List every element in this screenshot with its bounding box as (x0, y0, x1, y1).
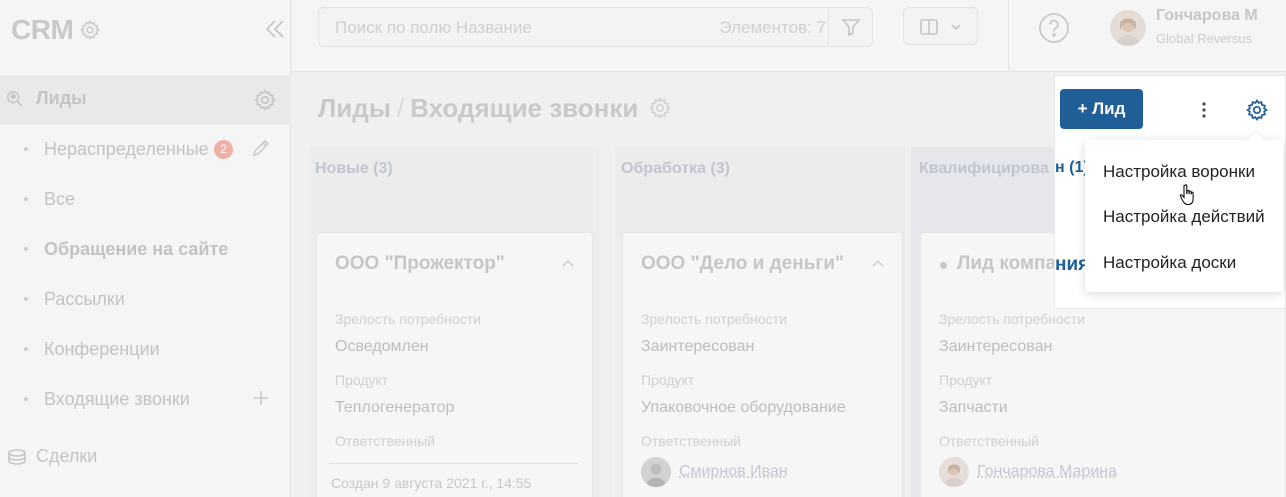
lead-card[interactable]: ООО "Дело и деньги" Зрелость потребности… (622, 232, 903, 497)
kanban-column-processing: Обработка (3) ООО "Дело и деньги" Зрелос… (615, 147, 905, 497)
settings-gear-icon[interactable] (1245, 98, 1269, 122)
kanban-column-new: Новые (3) ООО "Прожектор" Зрелость потре… (309, 147, 599, 497)
hand-pointer-cursor-icon (1179, 183, 1199, 209)
owner-name[interactable]: Смирнов Иван (679, 463, 788, 481)
topbar: Поиск по полю Название Элементов: 7 Гонч… (292, 0, 1286, 72)
user-company: Global Reversus (1156, 31, 1252, 46)
sidebar-item-label: Сделки (36, 446, 97, 467)
field-label: Ответственный (335, 433, 435, 449)
bullet (24, 197, 28, 201)
field-value: Теплогенератор (335, 399, 454, 417)
search-placeholder: Поиск по полю Название (335, 18, 532, 38)
user-name[interactable]: Гончарова М (1156, 7, 1258, 25)
add-lead-button[interactable]: + Лид (1060, 89, 1143, 129)
avatar (641, 457, 671, 487)
status-dot (940, 262, 947, 269)
count-badge: 2 (214, 140, 233, 159)
field-value: Заинтересован (641, 338, 754, 356)
search-input[interactable]: Поиск по полю Название Элементов: 7 (318, 7, 873, 47)
sidebar-item-incoming-calls[interactable]: Входящие звонки (0, 374, 291, 424)
sidebar-item-label: Все (44, 189, 75, 210)
bullet (24, 347, 28, 351)
column-title: Обработка (3) (621, 160, 730, 178)
gear-icon[interactable] (79, 19, 101, 41)
bullet (24, 397, 28, 401)
view-mode-button[interactable] (903, 7, 978, 45)
column-title: Квалифицирова (919, 160, 1049, 178)
sidebar-item-label: Нераспределенные (44, 139, 209, 160)
avatar (939, 457, 969, 487)
bullet (24, 297, 28, 301)
columns-view-icon (919, 17, 939, 37)
field-label: Ответственный (641, 433, 741, 449)
sidebar-item-deals[interactable]: Сделки (0, 433, 291, 483)
divider (329, 463, 578, 464)
created-date: Создан 9 августа 2021 г., 14:55 (331, 475, 531, 491)
field-label: Зрелость потребности (335, 311, 481, 327)
sidebar-item-all[interactable]: Все (0, 174, 291, 224)
sidebar-item-leads[interactable]: Лиды (0, 75, 291, 125)
breadcrumb-separator: / (397, 93, 404, 123)
chevron-down-icon (950, 21, 962, 33)
app-logo-row: CRM (11, 10, 101, 50)
field-label: Продукт (641, 372, 694, 388)
sidebar-item-label: Рассылки (44, 289, 125, 310)
coins-icon (6, 448, 28, 468)
divider (1008, 0, 1009, 72)
leads-settings-gear-icon[interactable] (253, 88, 277, 112)
help-icon[interactable] (1038, 12, 1070, 44)
plus-icon[interactable] (251, 388, 271, 408)
collapse-sidebar-icon[interactable] (263, 17, 287, 41)
leads-search-icon (6, 90, 24, 108)
column-title-tail: н (1) (1055, 159, 1089, 177)
chevron-up-icon[interactable] (869, 255, 887, 273)
sidebar-item-website[interactable]: Обращение на сайте (0, 224, 291, 274)
element-count: Элементов: 7 (719, 18, 826, 38)
bullet (24, 147, 28, 151)
field-value: Заинтересован (939, 338, 1052, 356)
sidebar-item-label: Конференции (44, 339, 160, 360)
funnel-settings-gear-icon[interactable] (648, 96, 672, 120)
sidebar-item-label: Обращение на сайте (44, 239, 228, 260)
card-title[interactable]: ООО "Дело и деньги" (641, 253, 844, 275)
bullet (24, 247, 28, 251)
owner[interactable]: Гончарова Марина (939, 457, 1117, 487)
settings-dropdown-menu: Настройка воронки Настройка действий Нас… (1085, 140, 1283, 292)
sidebar-item-conferences[interactable]: Конференции (0, 324, 291, 374)
sidebar-item-label: Входящие звонки (44, 389, 190, 410)
sidebar-item-mailings[interactable]: Рассылки (0, 274, 291, 324)
sidebar-item-unassigned[interactable]: Нераспределенные 2 (0, 124, 291, 174)
app-logo[interactable]: CRM (11, 14, 73, 46)
owner-name[interactable]: Гончарова Марина (977, 463, 1117, 481)
field-label: Зрелость потребности (939, 311, 1085, 327)
card-title[interactable]: Лид компа (957, 253, 1056, 275)
filter-button[interactable] (828, 8, 872, 46)
more-options-icon[interactable] (1195, 100, 1213, 120)
avatar[interactable] (1110, 10, 1146, 46)
field-label: Зрелость потребности (641, 311, 787, 327)
filter-icon (841, 17, 861, 37)
menu-item-board-settings[interactable]: Настройка доски (1085, 241, 1283, 285)
field-value: Запчасти (939, 399, 1008, 417)
field-label: Продукт (939, 372, 992, 388)
column-title: Новые (3) (315, 160, 393, 178)
sidebar: CRM Лиды Нераспределенные 2 Все Обращени… (0, 0, 291, 497)
owner[interactable]: Смирнов Иван (641, 457, 788, 487)
breadcrumb-section[interactable]: Лиды (318, 93, 391, 123)
lead-card[interactable]: ООО "Прожектор" Зрелость потребности Осв… (316, 232, 593, 497)
field-value: Упаковочное оборудование (641, 399, 846, 417)
breadcrumb-funnel: Входящие звонки (410, 93, 638, 123)
field-label: Ответственный (939, 433, 1039, 449)
card-title[interactable]: ООО "Прожектор" (335, 253, 505, 275)
chevron-up-icon[interactable] (559, 255, 577, 273)
pencil-icon[interactable] (251, 138, 271, 158)
field-value: Осведомлен (335, 338, 429, 356)
sidebar-item-label: Лиды (36, 88, 87, 109)
field-label: Продукт (335, 372, 388, 388)
page-title: Лиды / Входящие звонки (318, 93, 638, 124)
